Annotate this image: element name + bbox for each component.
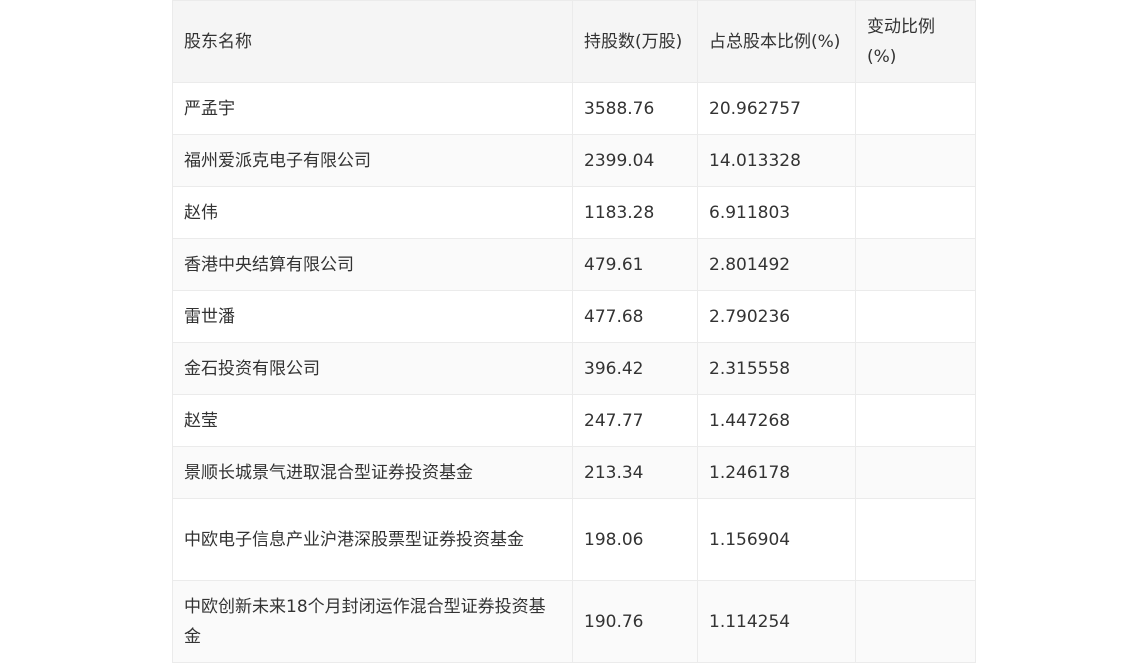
table-row: 中欧创新未来18个月封闭运作混合型证券投资基金 190.76 1.114254 bbox=[172, 580, 976, 663]
cell-shares-held: 477.68 bbox=[572, 290, 698, 343]
cell-shareholder-name: 中欧创新未来18个月封闭运作混合型证券投资基金 bbox=[172, 580, 573, 663]
cell-shares-held: 247.77 bbox=[572, 394, 698, 447]
cell-shares-held: 479.61 bbox=[572, 238, 698, 291]
cell-shares-held: 213.34 bbox=[572, 446, 698, 499]
header-change-ratio: 变动比例(%) bbox=[855, 0, 976, 83]
table-row: 景顺长城景气进取混合型证券投资基金 213.34 1.246178 bbox=[172, 446, 976, 499]
cell-shareholder-name: 香港中央结算有限公司 bbox=[172, 238, 573, 291]
cell-shares-held: 396.42 bbox=[572, 342, 698, 395]
cell-change-ratio bbox=[855, 580, 976, 663]
header-share-ratio: 占总股本比例(%) bbox=[697, 0, 856, 83]
cell-shareholder-name: 雷世潘 bbox=[172, 290, 573, 343]
cell-share-ratio: 6.911803 bbox=[697, 186, 856, 239]
cell-change-ratio bbox=[855, 394, 976, 447]
cell-shareholder-name: 中欧电子信息产业沪港深股票型证券投资基金 bbox=[172, 498, 573, 581]
cell-shares-held: 190.76 bbox=[572, 580, 698, 663]
table-row: 严孟宇 3588.76 20.962757 bbox=[172, 82, 976, 135]
cell-share-ratio: 2.801492 bbox=[697, 238, 856, 291]
cell-share-ratio: 1.246178 bbox=[697, 446, 856, 499]
cell-change-ratio bbox=[855, 290, 976, 343]
header-shareholder-name: 股东名称 bbox=[172, 0, 573, 83]
table-row: 赵伟 1183.28 6.911803 bbox=[172, 186, 976, 239]
cell-shareholder-name: 福州爱派克电子有限公司 bbox=[172, 134, 573, 187]
table-row: 雷世潘 477.68 2.790236 bbox=[172, 290, 976, 343]
cell-change-ratio bbox=[855, 342, 976, 395]
shareholder-table: 股东名称 持股数(万股) 占总股本比例(%) 变动比例(%) 严孟宇 3588.… bbox=[172, 0, 976, 663]
cell-share-ratio: 1.114254 bbox=[697, 580, 856, 663]
cell-share-ratio: 20.962757 bbox=[697, 82, 856, 135]
table-row: 赵莹 247.77 1.447268 bbox=[172, 394, 976, 447]
cell-shareholder-name: 景顺长城景气进取混合型证券投资基金 bbox=[172, 446, 573, 499]
cell-share-ratio: 14.013328 bbox=[697, 134, 856, 187]
cell-change-ratio bbox=[855, 498, 976, 581]
cell-shareholder-name: 金石投资有限公司 bbox=[172, 342, 573, 395]
table-header-row: 股东名称 持股数(万股) 占总股本比例(%) 变动比例(%) bbox=[172, 0, 976, 83]
shareholder-table-container: 股东名称 持股数(万股) 占总股本比例(%) 变动比例(%) 严孟宇 3588.… bbox=[172, 0, 976, 663]
cell-shareholder-name: 赵莹 bbox=[172, 394, 573, 447]
header-shares-held: 持股数(万股) bbox=[572, 0, 698, 83]
cell-share-ratio: 1.156904 bbox=[697, 498, 856, 581]
cell-share-ratio: 2.790236 bbox=[697, 290, 856, 343]
cell-change-ratio bbox=[855, 238, 976, 291]
cell-shares-held: 3588.76 bbox=[572, 82, 698, 135]
cell-share-ratio: 2.315558 bbox=[697, 342, 856, 395]
cell-change-ratio bbox=[855, 446, 976, 499]
table-row: 福州爱派克电子有限公司 2399.04 14.013328 bbox=[172, 134, 976, 187]
table-row: 香港中央结算有限公司 479.61 2.801492 bbox=[172, 238, 976, 291]
cell-change-ratio bbox=[855, 134, 976, 187]
cell-shareholder-name: 赵伟 bbox=[172, 186, 573, 239]
cell-change-ratio bbox=[855, 82, 976, 135]
cell-change-ratio bbox=[855, 186, 976, 239]
table-row: 金石投资有限公司 396.42 2.315558 bbox=[172, 342, 976, 395]
cell-share-ratio: 1.447268 bbox=[697, 394, 856, 447]
cell-shareholder-name: 严孟宇 bbox=[172, 82, 573, 135]
cell-shares-held: 1183.28 bbox=[572, 186, 698, 239]
cell-shares-held: 2399.04 bbox=[572, 134, 698, 187]
cell-shares-held: 198.06 bbox=[572, 498, 698, 581]
table-row: 中欧电子信息产业沪港深股票型证券投资基金 198.06 1.156904 bbox=[172, 498, 976, 581]
